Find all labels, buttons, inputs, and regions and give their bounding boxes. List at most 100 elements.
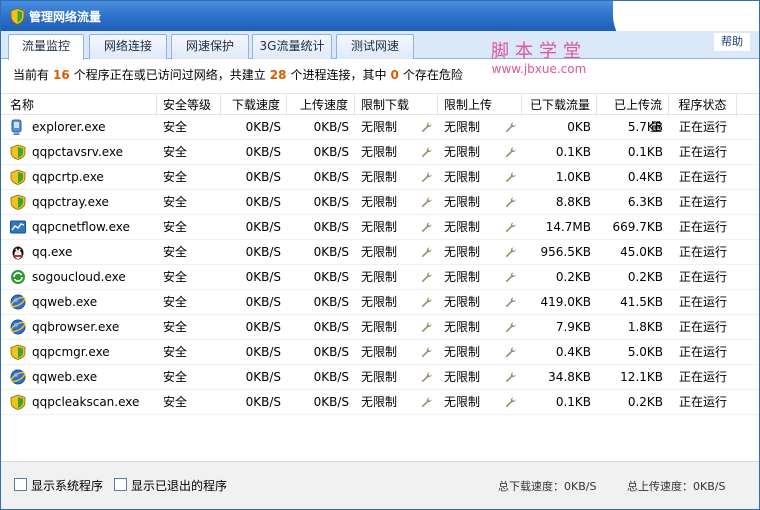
safety-level: 安全 [163,195,188,209]
safety-level: 安全 [163,145,188,159]
table-row[interactable]: qqpctavsrv.exe 安全 0KB/S 0KB/S 无限制 无限制 0.1KB 0.1… [1,140,759,165]
sync-icon [11,270,25,284]
column-name[interactable]: 名称 [4,94,157,116]
downloaded-traffic: 1.0KB [555,170,591,184]
table-body: explorer.exe 安全 0KB/S 0KB/S 无限制 无限制 0KB 5.7KB 正在… [1,115,759,415]
download-speed: 0KB/S [245,295,281,309]
wrench-icon[interactable] [505,372,516,383]
column-status[interactable]: 程序状态 [669,94,737,116]
downloaded-traffic: 14.7MB [545,220,591,234]
process-table: 名称 安全等级 下载速度 上传速度 限制下载 限制上传 已下载流量 已上传流量 … [1,93,759,415]
upload-speed: 0KB/S [313,295,349,309]
limit-download-value: 无限制 [361,320,398,334]
limit-download-value: 无限制 [361,270,398,284]
table-row[interactable]: qqpcleakscan.exe 安全 0KB/S 0KB/S 无限制 无限制 0.1KB 0… [1,390,759,415]
column-limit-download[interactable]: 限制下载 [355,94,438,116]
wrench-icon[interactable] [421,272,432,283]
wrench-icon[interactable] [505,147,516,158]
table-row[interactable]: qqpcnetflow.exe 安全 0KB/S 0KB/S 无限制 无限制 14.7MB 6… [1,215,759,240]
column-upload-speed[interactable]: 上传速度 [287,94,355,116]
show-exited-checkbox[interactable] [114,478,127,491]
help-button[interactable]: 帮助 [714,33,750,51]
wrench-icon[interactable] [421,197,432,208]
limit-download-value: 无限制 [361,145,398,159]
wrench-icon[interactable] [505,347,516,358]
wrench-icon[interactable] [421,247,432,258]
limit-upload-value: 无限制 [444,220,481,234]
wrench-icon[interactable] [421,122,432,133]
download-speed: 0KB/S [245,170,281,184]
wrench-icon[interactable] [421,347,432,358]
uploaded-traffic: 5.0KB [627,345,663,359]
tab-3g-traffic[interactable]: 3G流量统计 [252,34,332,59]
table-row[interactable]: qq.exe 安全 0KB/S 0KB/S 无限制 无限制 956.5KB 45.0KB 正在运… [1,240,759,265]
danger-count: 0 [390,68,399,82]
tab-network-connections[interactable]: 网络连接 [89,34,167,59]
table-row[interactable]: qqpctray.exe 安全 0KB/S 0KB/S 无限制 无限制 8.8KB 6.3KB… [1,190,759,215]
upload-speed: 0KB/S [313,170,349,184]
column-safety[interactable]: 安全等级 [157,94,221,116]
column-download-speed[interactable]: 下载速度 [221,94,287,116]
program-count: 16 [53,68,70,82]
wrench-icon[interactable] [505,247,516,258]
process-name: qqpcleakscan.exe [32,395,140,409]
upload-speed: 0KB/S [313,320,349,334]
tab-speed-test[interactable]: 测试网速 [336,34,414,59]
wrench-icon[interactable] [505,222,516,233]
limit-download-value: 无限制 [361,220,398,234]
process-status: 正在运行 [678,320,727,334]
upload-speed: 0KB/S [313,345,349,359]
limit-upload-value: 无限制 [444,145,481,159]
summary-prefix: 当前有 [13,68,50,82]
show-system-checkbox[interactable] [14,478,27,491]
wrench-icon[interactable] [505,197,516,208]
download-speed: 0KB/S [245,245,281,259]
wrench-icon[interactable] [421,172,432,183]
table-row[interactable]: sogoucloud.exe 安全 0KB/S 0KB/S 无限制 无限制 0.2KB 0.2… [1,265,759,290]
limit-upload-value: 无限制 [444,195,481,209]
uploaded-traffic: 45.0KB [620,245,663,259]
process-status: 正在运行 [678,395,727,409]
process-name: sogoucloud.exe [32,270,126,284]
safety-level: 安全 [163,295,188,309]
wrench-icon[interactable] [421,147,432,158]
wrench-icon[interactable] [421,372,432,383]
wrench-icon[interactable] [505,297,516,308]
process-status: 正在运行 [678,220,727,234]
wrench-icon[interactable] [505,272,516,283]
tab-speed-protection[interactable]: 网速保护 [171,34,249,59]
uploaded-traffic: 41.5KB [620,295,663,309]
process-name: qq.exe [32,245,73,259]
table-row[interactable]: qqpcmgr.exe 安全 0KB/S 0KB/S 无限制 无限制 0.4KB 5.0KB 正… [1,340,759,365]
show-system-label[interactable]: 显示系统程序 [31,477,103,494]
table-row[interactable]: explorer.exe 安全 0KB/S 0KB/S 无限制 无限制 0KB 5.7KB 正在… [1,115,759,140]
column-downloaded[interactable]: 已下载流量 [522,94,597,116]
uploaded-traffic: 669.7KB [612,220,663,234]
table-row[interactable]: qqbrowser.exe 安全 0KB/S 0KB/S 无限制 无限制 7.9KB 1.8K… [1,315,759,340]
wrench-icon[interactable] [505,397,516,408]
wrench-icon[interactable] [421,397,432,408]
tab-traffic-monitor[interactable]: 流量监控 [8,34,84,60]
shield-icon [10,194,26,210]
wrench-icon[interactable] [505,322,516,333]
limit-download-value: 无限制 [361,245,398,259]
wrench-icon[interactable] [421,322,432,333]
process-name: qqweb.exe [32,295,98,309]
downloaded-traffic: 956.5KB [540,245,591,259]
wrench-icon[interactable] [421,297,432,308]
watermark-text: 脚本学堂 [491,41,587,62]
limit-download-value: 无限制 [361,370,398,384]
wrench-icon[interactable] [505,172,516,183]
wrench-icon[interactable] [505,122,516,133]
safety-level: 安全 [163,245,188,259]
downloaded-traffic: 0.2KB [555,270,591,284]
show-exited-label[interactable]: 显示已退出的程序 [131,477,227,494]
wrench-icon[interactable] [421,222,432,233]
table-row[interactable]: qqweb.exe 安全 0KB/S 0KB/S 无限制 无限制 419.0KB 41.5KB… [1,290,759,315]
column-uploaded[interactable]: 已上传流量 [597,94,669,134]
column-limit-upload[interactable]: 限制上传 [438,94,522,116]
upload-speed: 0KB/S [313,220,349,234]
summary-suffix: 个存在危险 [402,68,463,82]
table-row[interactable]: qqweb.exe 安全 0KB/S 0KB/S 无限制 无限制 34.8KB 12.1KB 正… [1,365,759,390]
table-row[interactable]: qqpcrtp.exe 安全 0KB/S 0KB/S 无限制 无限制 1.0KB 0.4KB 正… [1,165,759,190]
